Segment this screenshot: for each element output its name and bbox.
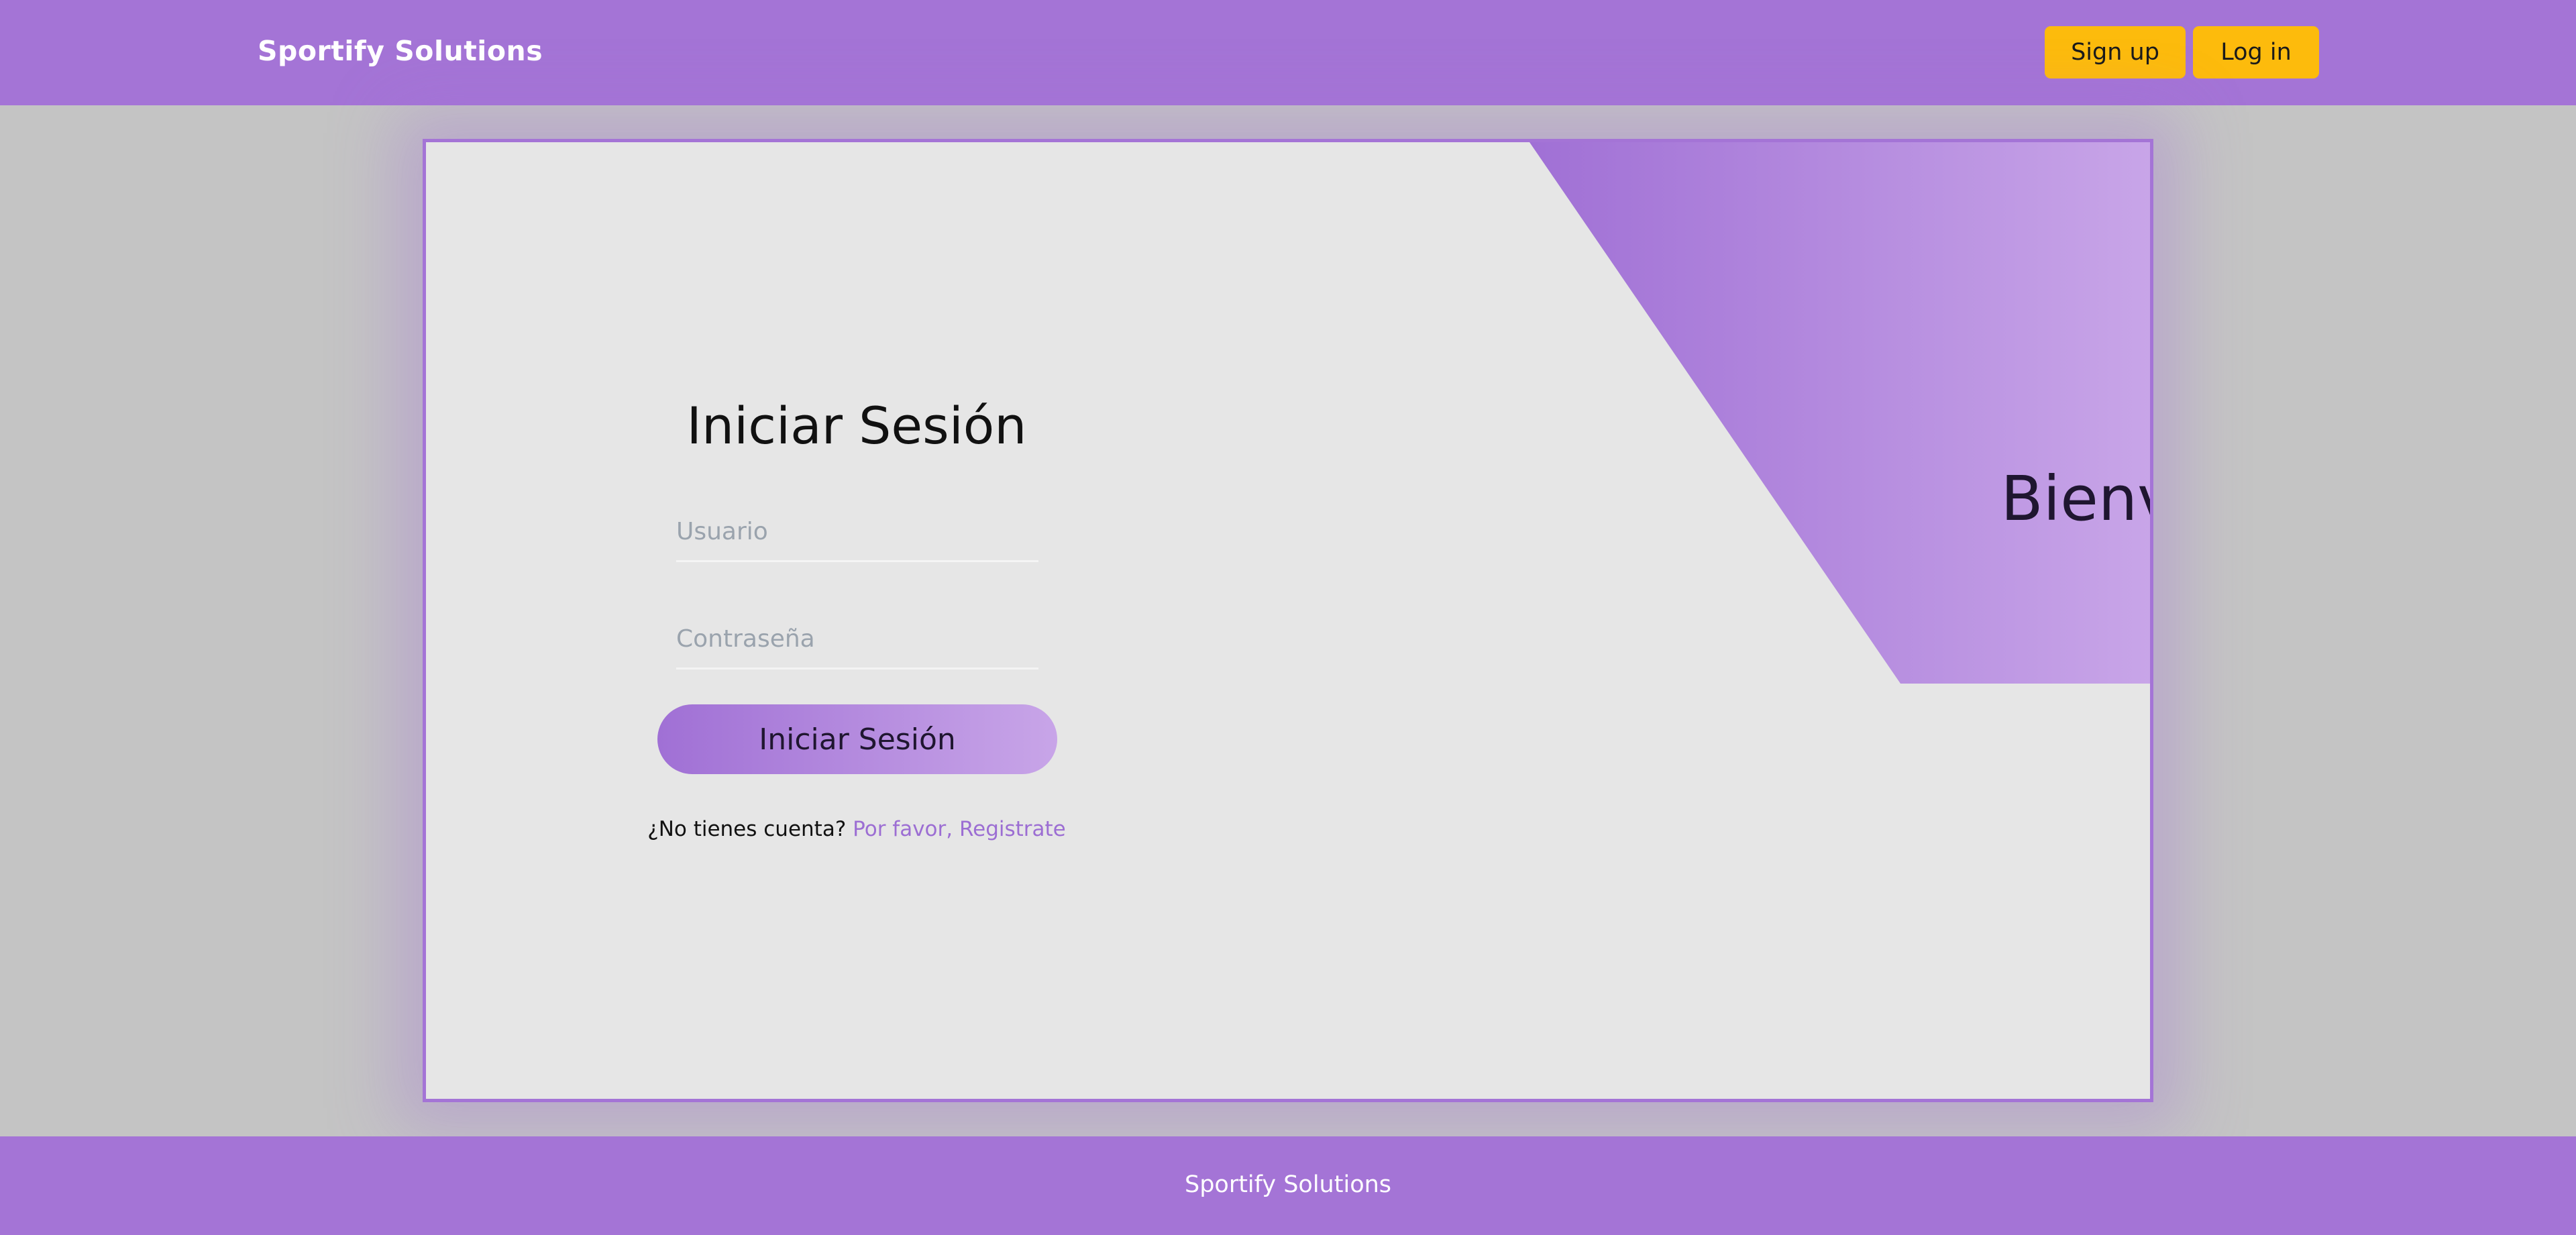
banner-shape [1529,142,2150,684]
login-title: Iniciar Sesión [686,396,1027,455]
login-submit-button[interactable]: Iniciar Sesión [657,704,1057,774]
register-prompt: ¿No tienes cuenta? Por favor, Registrate [647,817,1066,841]
username-field [676,495,1038,562]
navbar: Sportify Solutions Sign up Log in [0,0,2576,105]
no-account-text: ¿No tienes cuenta? [647,817,847,841]
footer-brand: Sportify Solutions [1184,1171,1392,1198]
login-button[interactable]: Log in [2193,26,2319,78]
register-link[interactable]: Por favor, Registrate [853,817,1066,841]
signup-button[interactable]: Sign up [2045,26,2186,78]
footer: Sportify Solutions [0,1136,2576,1235]
brand-name[interactable]: Sportify Solutions [258,35,543,67]
username-input[interactable] [676,518,1038,545]
welcome-heading: Bienvenid@ [2000,463,2150,535]
password-field [676,602,1038,669]
password-input[interactable] [676,625,1038,653]
